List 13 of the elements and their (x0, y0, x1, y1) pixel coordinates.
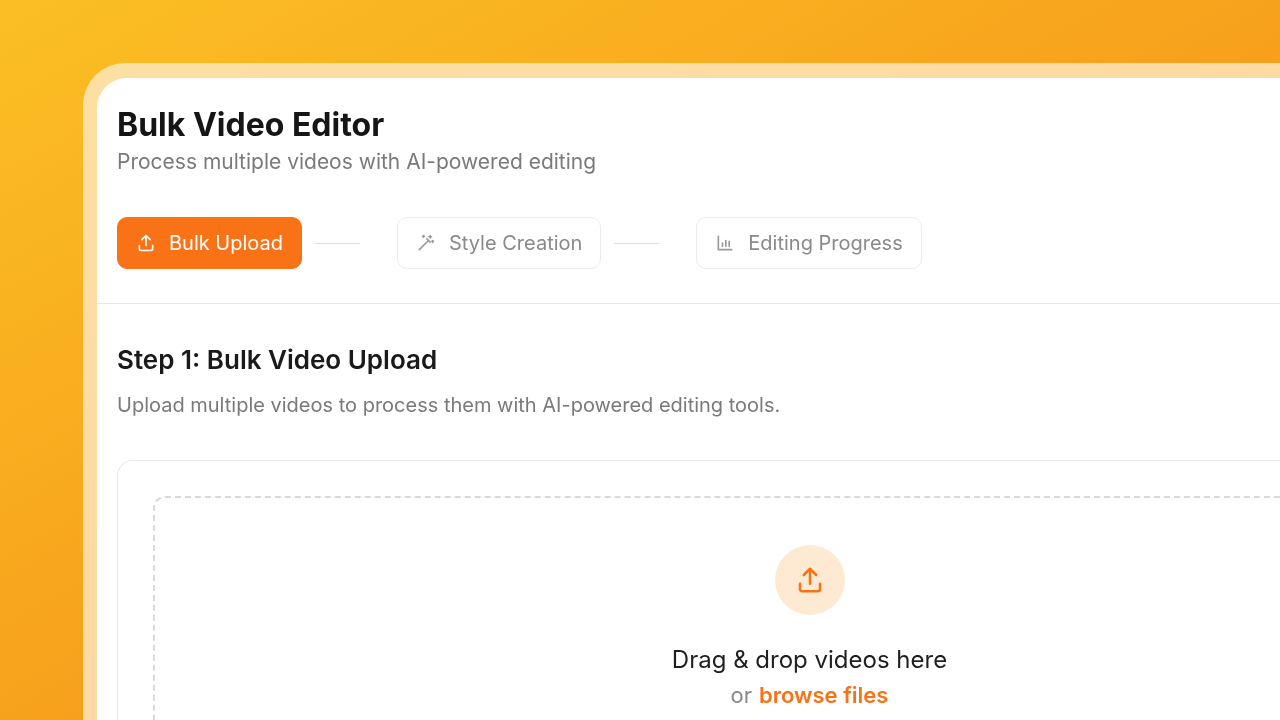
upload-icon (136, 233, 156, 253)
app-title: Bulk Video Editor (117, 104, 386, 146)
section-heading: Step 1: Bulk Video Upload (117, 343, 439, 377)
app-subtitle: Process multiple videos with AI-powered editing (117, 148, 598, 176)
drop-zone-hint: or (730, 681, 752, 710)
magic-wand-icon (416, 233, 436, 253)
drop-zone-title: Drag & drop videos here (671, 644, 948, 676)
section-description: Upload multiple videos to process them with AI-powered editing tools. (117, 392, 782, 419)
step-tab[interactable]: Style Creation (397, 217, 602, 269)
step-tab[interactable]: Bulk Upload (117, 217, 302, 269)
drop-zone[interactable]: Drag & drop videos here or browse files (153, 496, 1280, 720)
browse-files-link[interactable]: browse files (759, 680, 889, 710)
step-tab[interactable]: Editing Progress (696, 217, 922, 269)
